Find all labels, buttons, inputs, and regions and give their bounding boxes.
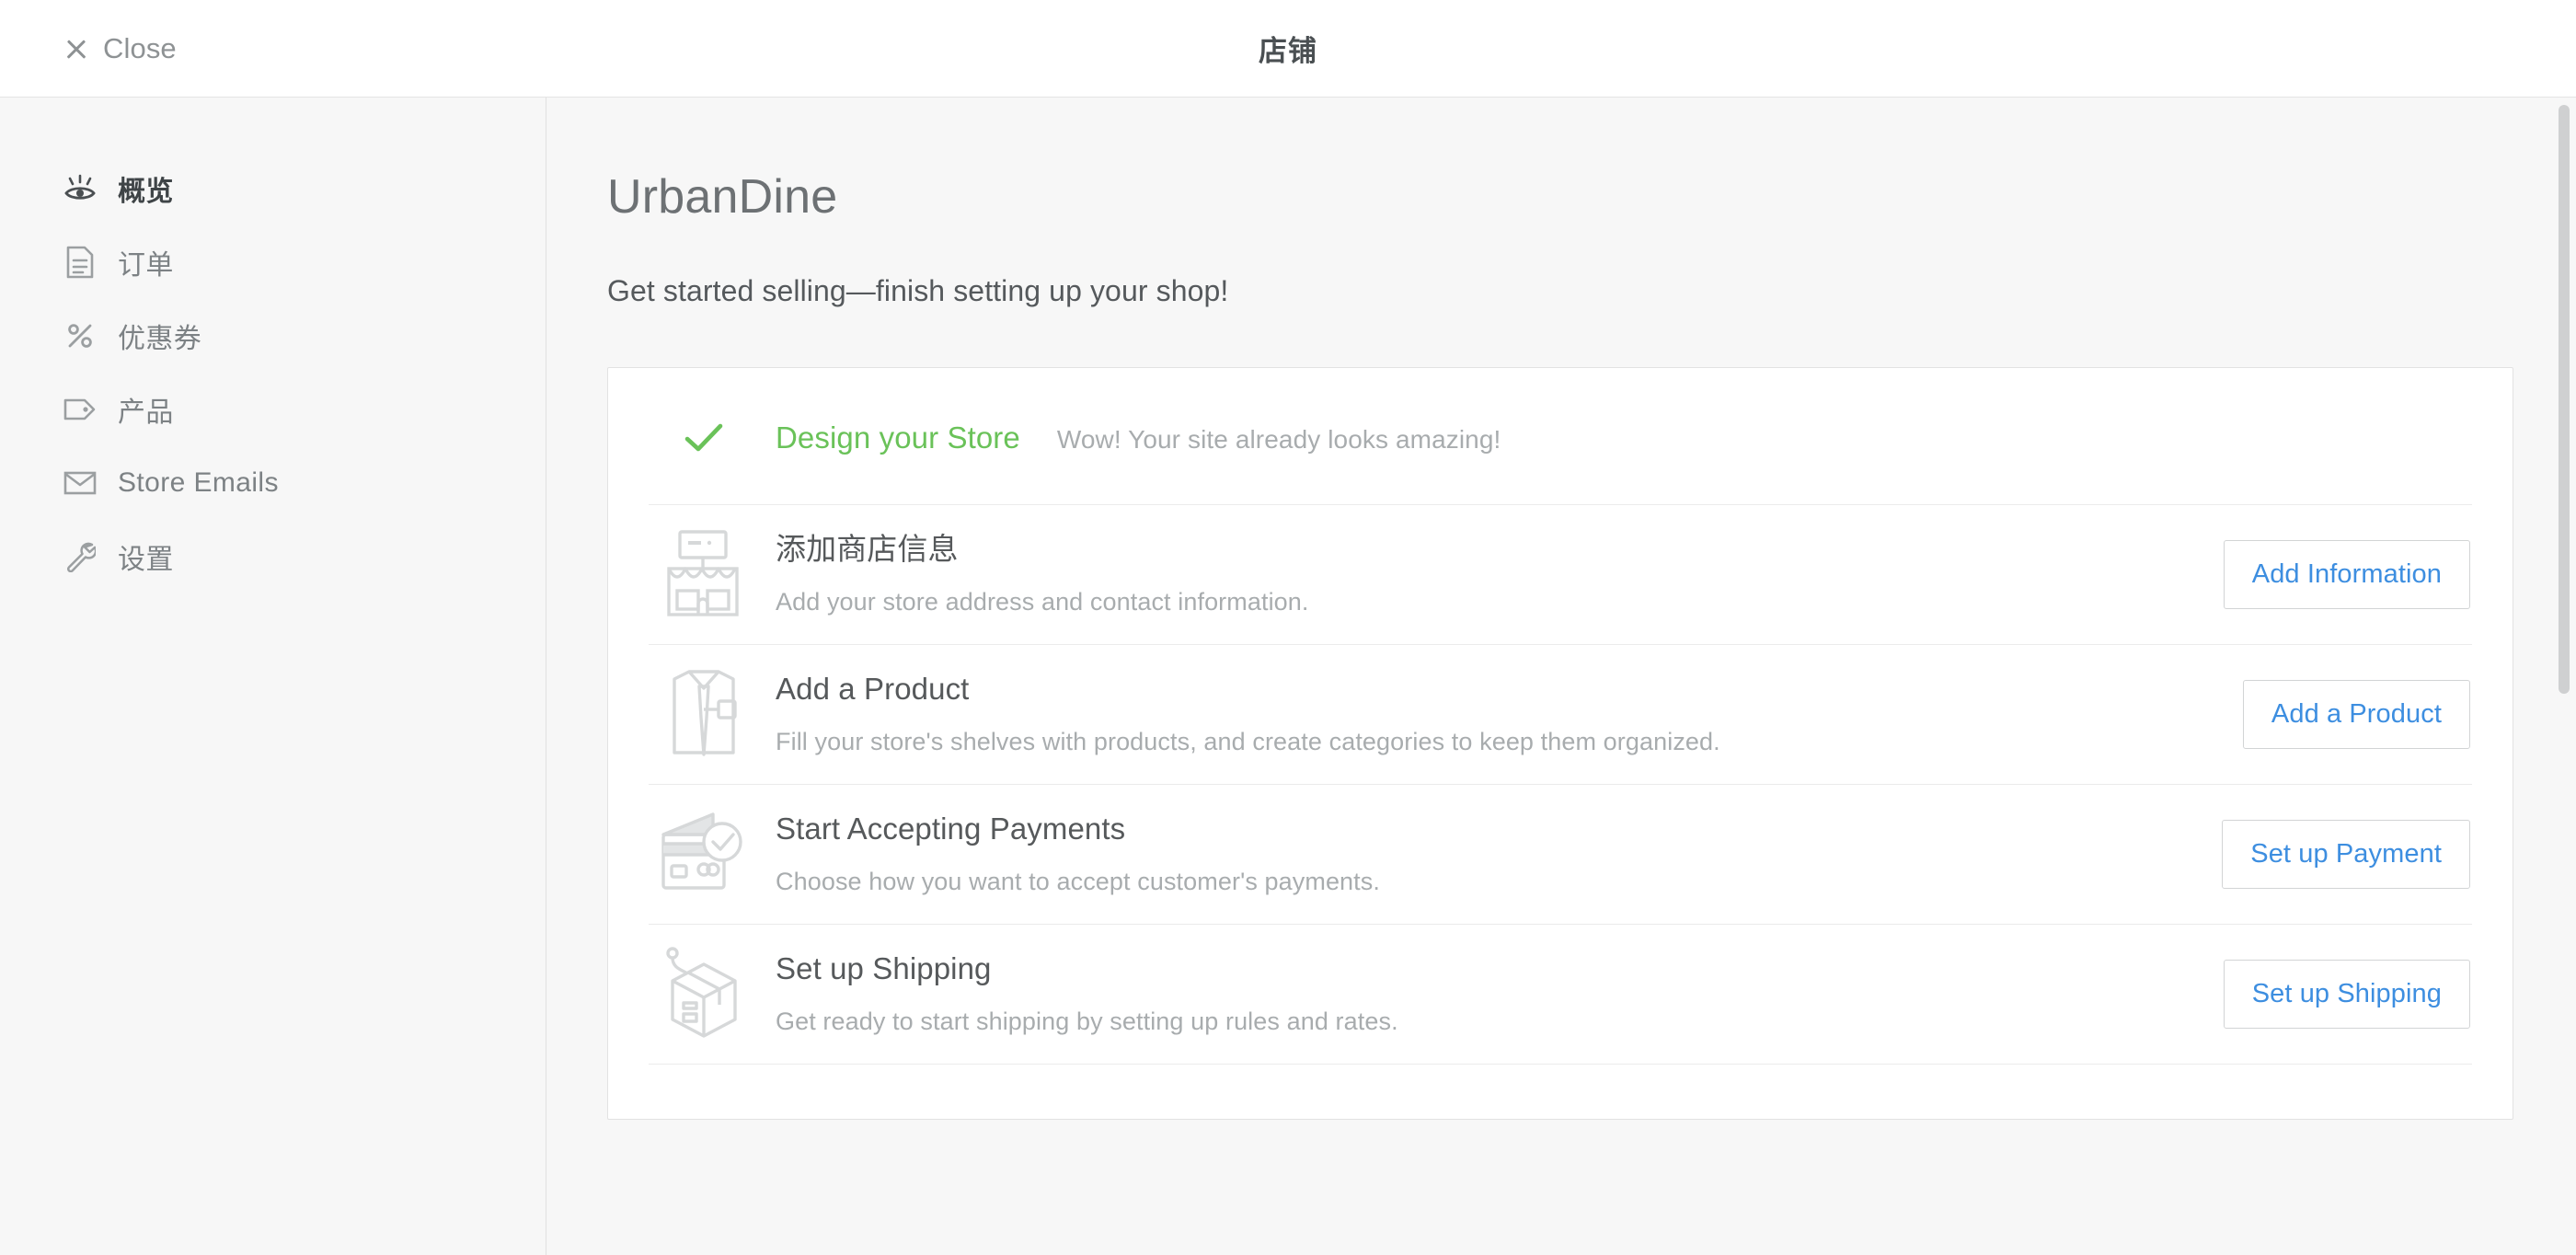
checklist-row-add-product[interactable]: Add a Product Fill your store's shelves … [608, 644, 2513, 784]
sidebar-item-overview[interactable]: 概览 [0, 167, 546, 210]
setup-checklist-card: Design your Store Wow! Your site already… [607, 367, 2513, 1120]
checklist-description: Add your store address and contact infor… [776, 588, 1309, 616]
checklist-title: Set up Shipping [776, 950, 992, 985]
checklist-row-store-information[interactable]: 添加商店信息 Add your store address and contac… [608, 504, 2513, 644]
sidebar-item-label: 订单 [118, 250, 174, 281]
set-up-shipping-button[interactable]: Set up Shipping [2223, 959, 2470, 1029]
check-icon [649, 421, 759, 455]
credit-card-icon [649, 811, 759, 897]
add-information-button[interactable]: Add Information [2223, 539, 2470, 609]
checklist-title: Design your Store [776, 420, 1020, 455]
checklist-note: Wow! Your site already looks amazing! [1056, 425, 1501, 454]
sidebar-item-products[interactable]: 产品 [0, 388, 546, 431]
checklist-row-design-store[interactable]: Design your Store Wow! Your site already… [608, 368, 2513, 504]
sidebar-item-label: 概览 [118, 177, 174, 207]
tag-icon [63, 397, 98, 421]
checklist-action: Set up Payment [2167, 819, 2470, 889]
main-scrollbar[interactable] [2552, 98, 2576, 1255]
sidebar: 概览 订单 优惠券 产品 Store Emails 设置 [0, 98, 546, 1255]
checklist-title: Add a Product [776, 671, 970, 706]
wrench-icon [63, 541, 98, 572]
page-title: 店铺 [1259, 35, 1317, 67]
checklist-row-next-partial[interactable] [608, 1064, 2513, 1119]
checklist-description: Choose how you want to accept customer's… [776, 868, 1380, 896]
close-icon [63, 35, 90, 63]
store-name-heading: UrbanDine [607, 170, 838, 224]
checklist-text-block: 添加商店信息 Add your store address and contac… [759, 530, 2167, 618]
close-button[interactable]: Close [63, 32, 177, 65]
document-icon [63, 246, 98, 279]
checklist-action: Add Information [2167, 539, 2470, 609]
close-button-label: Close [103, 31, 177, 64]
add-product-button[interactable]: Add a Product [2242, 679, 2470, 749]
checklist-text-block: Add a Product Fill your store's shelves … [759, 670, 2167, 758]
main-content: UrbanDine Get started selling—finish set… [546, 98, 2576, 1255]
sidebar-item-label: 设置 [118, 545, 174, 575]
setup-subtitle: Get started selling—finish setting up yo… [607, 274, 1229, 307]
checklist-text-block: Set up Shipping Get ready to start shipp… [759, 950, 2167, 1038]
checklist-row-setup-shipping[interactable]: Set up Shipping Get ready to start shipp… [608, 924, 2513, 1064]
sidebar-item-label: Store Emails [118, 467, 279, 498]
package-icon [649, 946, 759, 1042]
sidebar-item-store-emails[interactable]: Store Emails [0, 462, 546, 504]
checklist-title: Start Accepting Payments [776, 811, 1126, 846]
storefront-icon [649, 528, 759, 620]
eye-icon [63, 174, 98, 203]
checklist-action: Set up Shipping [2167, 959, 2470, 1029]
checklist-row-accept-payments[interactable]: Start Accepting Payments Choose how you … [608, 784, 2513, 924]
shirt-icon [649, 666, 759, 762]
checklist-description: Get ready to start shipping by setting u… [776, 1007, 1398, 1036]
checklist-description: Fill your store's shelves with products,… [776, 728, 1720, 756]
envelope-icon [63, 470, 98, 496]
checklist-action: Add a Product [2167, 679, 2470, 749]
sidebar-item-label: 优惠券 [118, 324, 202, 354]
sidebar-item-label: 产品 [118, 397, 174, 428]
sidebar-item-coupons[interactable]: 优惠券 [0, 315, 546, 357]
top-bar: Close 店铺 [0, 0, 2576, 98]
sidebar-item-orders[interactable]: 订单 [0, 241, 546, 283]
sidebar-item-settings[interactable]: 设置 [0, 535, 546, 578]
checklist-text-block: Start Accepting Payments Choose how you … [759, 810, 2167, 898]
set-up-payment-button[interactable]: Set up Payment [2222, 819, 2470, 889]
body-container: 概览 订单 优惠券 产品 Store Emails 设置 UrbanDine G… [0, 98, 2576, 1255]
percent-icon [63, 321, 98, 351]
main-scrollbar-thumb[interactable] [2559, 105, 2570, 694]
checklist-title: 添加商店信息 [776, 531, 959, 566]
